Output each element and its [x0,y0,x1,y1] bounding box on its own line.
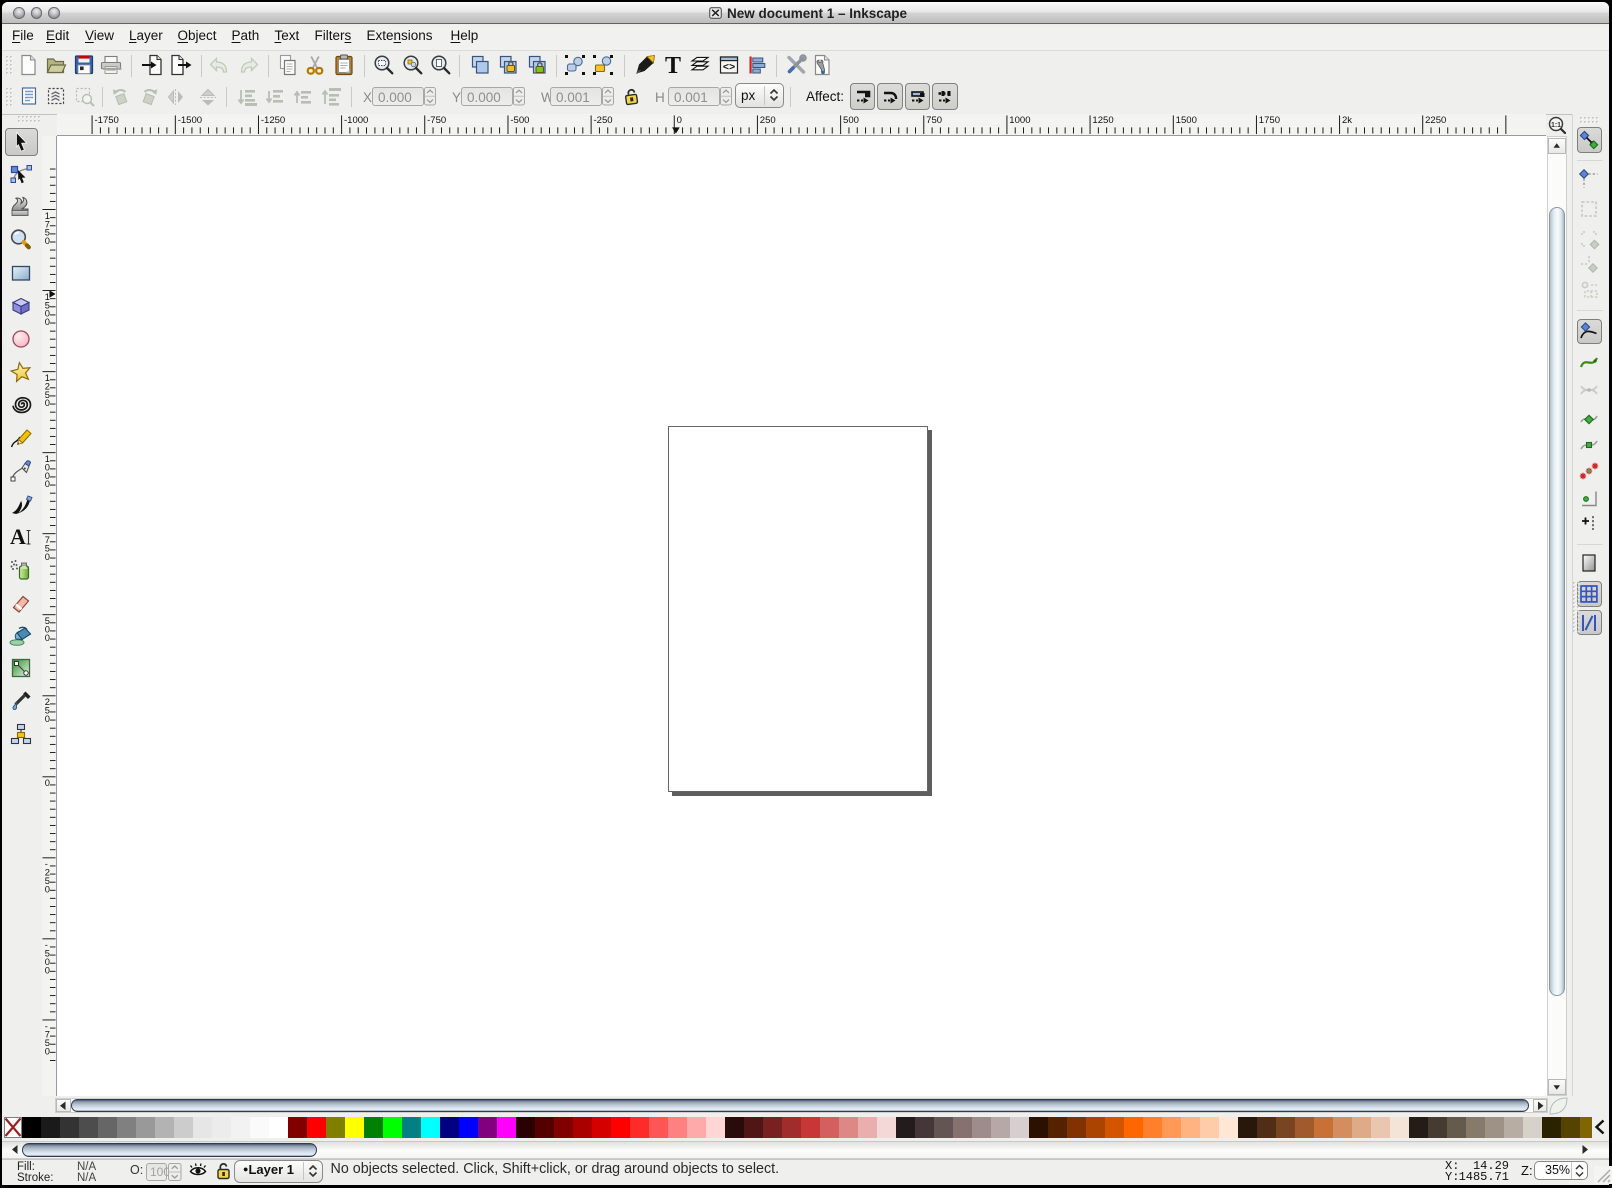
svg-text:1:1: 1:1 [1551,122,1561,129]
svg-text:0: 0 [45,479,50,489]
svg-text:0: 0 [45,398,50,408]
svg-text:2k: 2k [1342,115,1352,126]
svg-text:-1750: -1750 [94,115,118,126]
svg-text:250: 250 [760,115,776,126]
svg-text:1250: 1250 [1092,115,1113,126]
svg-text:500: 500 [843,115,859,126]
svg-text:A: A [10,525,26,549]
svg-text:-1250: -1250 [261,115,285,126]
svg-text:1500: 1500 [1176,115,1197,126]
svg-text:0: 0 [45,884,50,894]
svg-text:0: 0 [45,633,50,643]
svg-text:0: 0 [45,1046,50,1056]
svg-text:<>: <> [722,62,735,74]
svg-text:-500: -500 [510,115,529,126]
svg-text:2250: 2250 [1425,115,1446,126]
svg-text:0: 0 [45,778,50,788]
svg-text:0: 0 [45,236,50,246]
svg-text:-250: -250 [594,115,613,126]
svg-text:750: 750 [926,115,942,126]
svg-text:0: 0 [45,714,50,724]
svg-text:1000: 1000 [1009,115,1030,126]
svg-text:1750: 1750 [1259,115,1280,126]
svg-text:-1500: -1500 [178,115,202,126]
svg-text:0: 0 [45,552,50,562]
svg-text:-1000: -1000 [344,115,368,126]
svg-text:-750: -750 [427,115,446,126]
svg-text:T: T [664,53,680,77]
svg-text:0: 0 [45,317,50,327]
svg-text:0: 0 [45,965,50,975]
svg-text:0: 0 [677,115,682,126]
